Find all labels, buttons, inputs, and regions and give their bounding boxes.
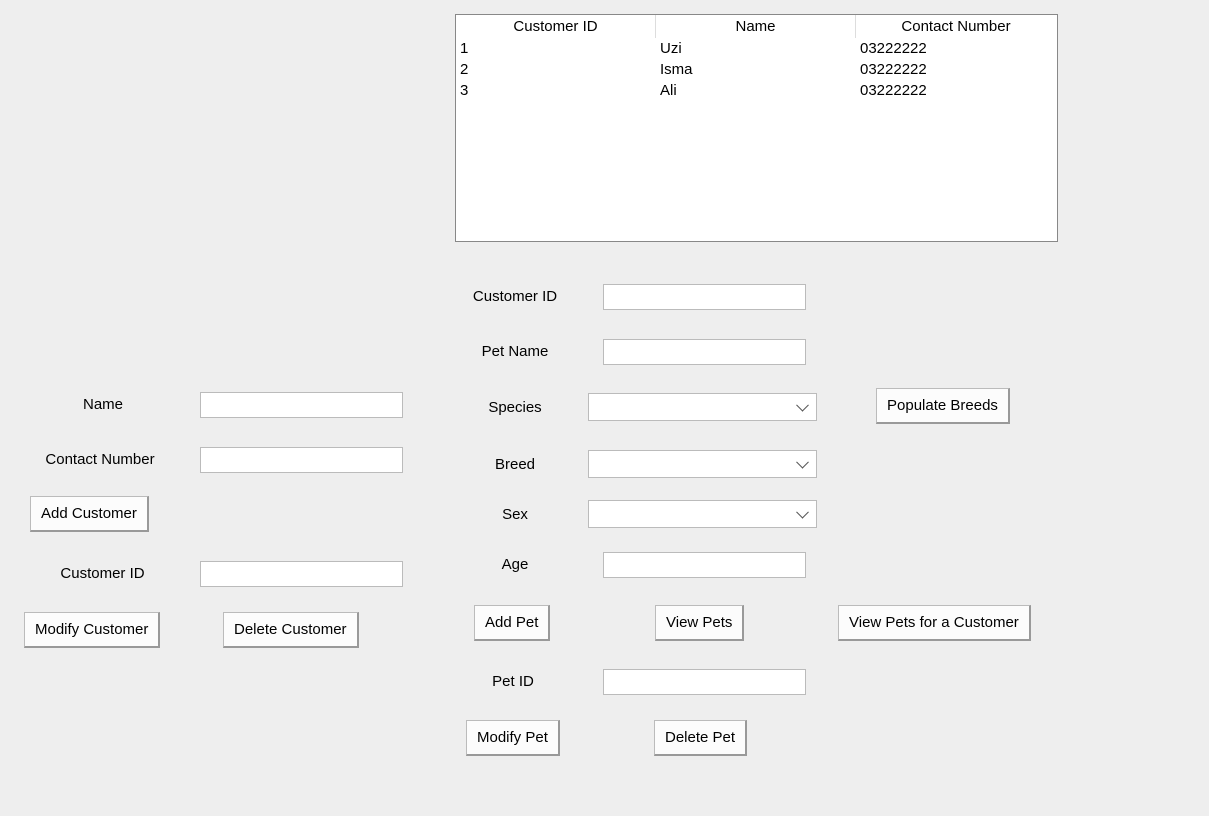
label-contact-number: Contact Number [30, 451, 170, 468]
label-breed: Breed [465, 456, 565, 473]
species-select[interactable] [588, 393, 817, 421]
cell-customer-id: 3 [456, 80, 656, 101]
cell-contact: 03222222 [856, 59, 1056, 80]
table-row[interactable]: 1Uzi03222222 [456, 38, 1057, 59]
contact-number-input[interactable] [200, 447, 403, 473]
label-species: Species [465, 399, 565, 416]
label-pet-id: Pet ID [463, 673, 563, 690]
table-row[interactable]: 3Ali03222222 [456, 80, 1057, 101]
modify-customer-button[interactable]: Modify Customer [24, 612, 160, 648]
age-input[interactable] [603, 552, 806, 578]
col-name: Name [656, 15, 856, 38]
cell-contact: 03222222 [856, 38, 1056, 59]
cell-name: Uzi [656, 38, 856, 59]
breed-select[interactable] [588, 450, 817, 478]
customer-table-header: Customer ID Name Contact Number [456, 15, 1057, 38]
cell-contact: 03222222 [856, 80, 1056, 101]
label-age: Age [465, 556, 565, 573]
label-pet-name: Pet Name [465, 343, 565, 360]
add-customer-button[interactable]: Add Customer [30, 496, 149, 532]
delete-customer-button[interactable]: Delete Customer [223, 612, 359, 648]
modify-pet-button[interactable]: Modify Pet [466, 720, 560, 756]
label-customer-id-right: Customer ID [455, 288, 575, 305]
sex-select[interactable] [588, 500, 817, 528]
customer-table-body: 1Uzi032222222Isma032222223Ali03222222 [456, 38, 1057, 101]
customer-table[interactable]: Customer ID Name Contact Number 1Uzi0322… [455, 14, 1058, 242]
col-contact: Contact Number [856, 15, 1056, 38]
col-customer-id: Customer ID [456, 15, 656, 38]
delete-pet-button[interactable]: Delete Pet [654, 720, 747, 756]
pet-name-input[interactable] [603, 339, 806, 365]
customer-id-input-right[interactable] [603, 284, 806, 310]
pet-id-input[interactable] [603, 669, 806, 695]
cell-name: Isma [656, 59, 856, 80]
populate-breeds-button[interactable]: Populate Breeds [876, 388, 1010, 424]
cell-customer-id: 2 [456, 59, 656, 80]
customer-id-input-left[interactable] [200, 561, 403, 587]
cell-name: Ali [656, 80, 856, 101]
label-sex: Sex [465, 506, 565, 523]
name-input[interactable] [200, 392, 403, 418]
cell-customer-id: 1 [456, 38, 656, 59]
view-pets-for-customer-button[interactable]: View Pets for a Customer [838, 605, 1031, 641]
view-pets-button[interactable]: View Pets [655, 605, 744, 641]
add-pet-button[interactable]: Add Pet [474, 605, 550, 641]
table-row[interactable]: 2Isma03222222 [456, 59, 1057, 80]
label-customer-id-left: Customer ID [40, 565, 165, 582]
label-name: Name [53, 396, 153, 413]
